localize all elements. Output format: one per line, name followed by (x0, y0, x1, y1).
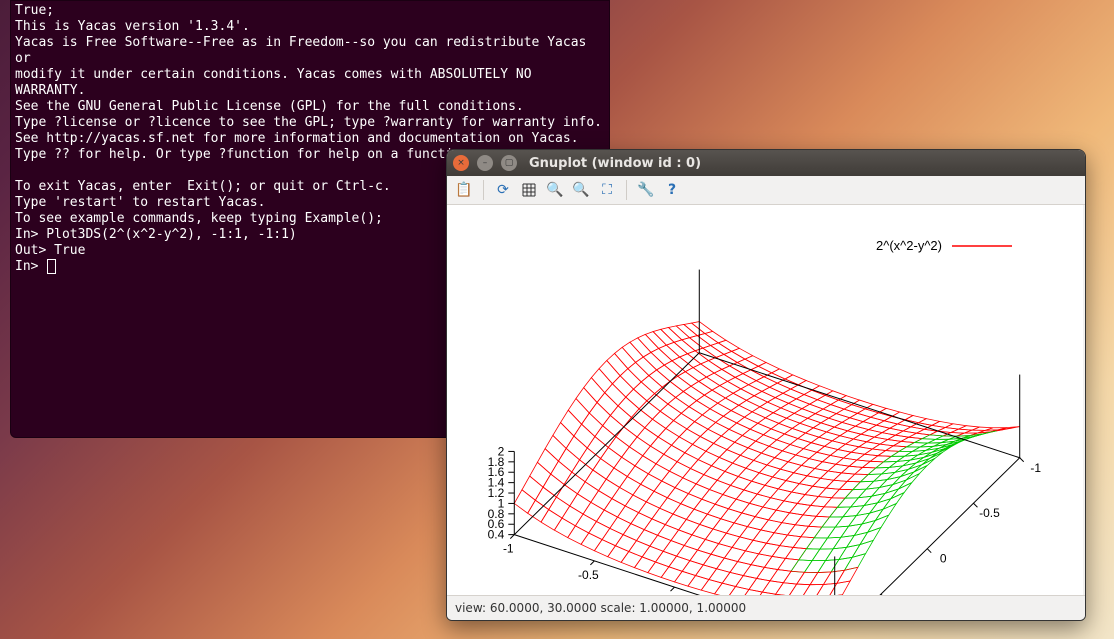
svg-text:0: 0 (665, 594, 672, 595)
zoom-next-icon[interactable]: 🔍 (570, 179, 592, 201)
status-bar: view: 60.0000, 30.0000 scale: 1.00000, 1… (447, 595, 1085, 620)
terminal-line: modify it under certain conditions. Yaca… (15, 67, 539, 98)
help-icon[interactable]: ? (661, 179, 683, 201)
clipboard-icon[interactable]: 📋 (453, 179, 475, 201)
gnuplot-toolbar: 📋 ⟳ 🔍 🔍 ⛶ 🔧 ? (447, 176, 1085, 205)
terminal-prompt: In> (15, 259, 46, 274)
svg-text:-1: -1 (503, 542, 514, 556)
terminal-line: Yacas is Free Software--Free as in Freed… (15, 35, 594, 66)
terminal-line: To see example commands, keep typing Exa… (15, 211, 383, 226)
terminal-line: This is Yacas version '1.3.4'. (15, 19, 250, 34)
terminal-line: In> Plot3DS(2^(x^2-y^2), -1:1, -1:1) (15, 227, 297, 242)
terminal-cursor (47, 259, 56, 274)
terminal-line: See http://yacas.sf.net for more informa… (15, 131, 579, 146)
grid-icon[interactable] (518, 179, 540, 201)
svg-text:-0.5: -0.5 (578, 568, 599, 582)
svg-text:-1: -1 (1030, 461, 1041, 475)
zoom-prev-icon[interactable]: 🔍 (544, 179, 566, 201)
gnuplot-window: × – ▢ Gnuplot (window id : 0) 📋 ⟳ 🔍 🔍 ⛶ … (446, 149, 1086, 621)
window-close-button[interactable]: × (453, 155, 469, 171)
terminal-line: Type ?license or ?licence to see the GPL… (15, 115, 602, 130)
terminal-line: To exit Yacas, enter Exit(); or quit or … (15, 179, 391, 194)
terminal-line: Type ?? for help. Or type ?function for … (15, 147, 477, 162)
svg-text:-0.5: -0.5 (979, 506, 1000, 520)
plot-canvas[interactable]: 0.40.60.811.21.41.61.82-1-0.500.51-1-0.5… (447, 205, 1083, 595)
status-text: view: 60.0000, 30.0000 scale: 1.00000, 1… (455, 601, 746, 615)
separator (626, 180, 627, 200)
svg-text:0: 0 (940, 552, 947, 566)
plot-legend: 2^(x^2-y^2) (876, 238, 1012, 253)
svg-text:2: 2 (498, 444, 505, 458)
window-maximize-button[interactable]: ▢ (501, 155, 517, 171)
window-minimize-button[interactable]: – (477, 155, 493, 171)
terminal-line: See the GNU General Public License (GPL)… (15, 99, 524, 114)
window-title: Gnuplot (window id : 0) (529, 156, 701, 171)
legend-label: 2^(x^2-y^2) (876, 238, 942, 253)
separator (483, 180, 484, 200)
terminal-line: Type 'restart' to restart Yacas. (15, 195, 265, 210)
terminal-line: True; (15, 3, 54, 18)
window-titlebar[interactable]: × – ▢ Gnuplot (window id : 0) (447, 150, 1085, 176)
autoscale-icon[interactable]: ⛶ (596, 179, 618, 201)
replot-icon[interactable]: ⟳ (492, 179, 514, 201)
config-icon[interactable]: 🔧 (635, 179, 657, 201)
terminal-line: Out> True (15, 243, 85, 258)
